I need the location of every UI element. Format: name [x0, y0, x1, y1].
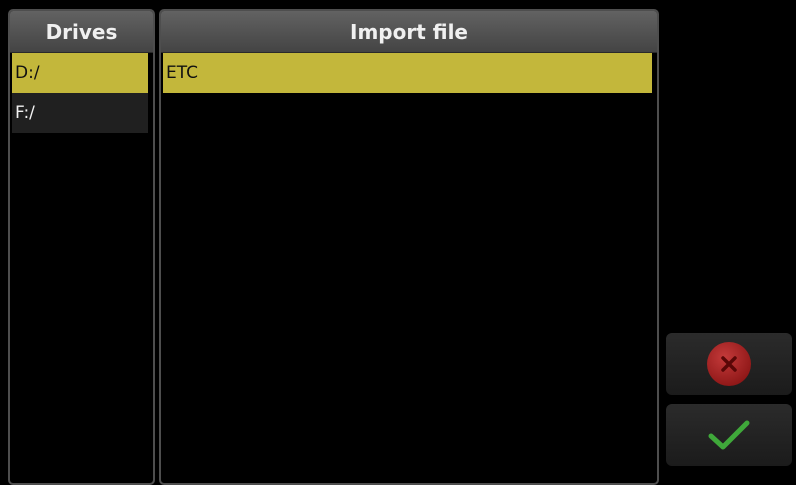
confirm-button[interactable]: [666, 404, 792, 466]
import-file-panel: Import file ETC: [159, 9, 659, 485]
checkmark-icon: [708, 420, 750, 450]
file-item-label: ETC: [166, 63, 198, 83]
cancel-x-icon: [707, 342, 751, 386]
drives-panel: Drives D:/ F:/: [8, 9, 155, 485]
drives-header: Drives: [10, 11, 153, 53]
file-item-etc[interactable]: ETC: [163, 53, 652, 93]
import-file-header: Import file: [161, 11, 657, 53]
drive-item-label: D:/: [15, 63, 40, 83]
drive-item-f[interactable]: F:/: [12, 93, 148, 133]
drive-item-d[interactable]: D:/: [12, 53, 148, 93]
cancel-button[interactable]: [666, 333, 792, 395]
drive-item-label: F:/: [15, 103, 35, 123]
